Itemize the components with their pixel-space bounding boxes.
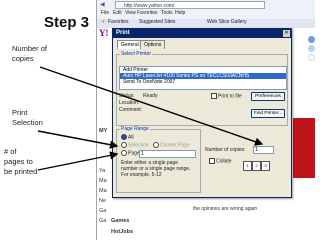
arrow-pages bbox=[37, 151, 119, 171]
arrow-selection bbox=[37, 130, 119, 149]
arrow-copies bbox=[39, 66, 264, 146]
arrow-overlay bbox=[37, 66, 264, 171]
